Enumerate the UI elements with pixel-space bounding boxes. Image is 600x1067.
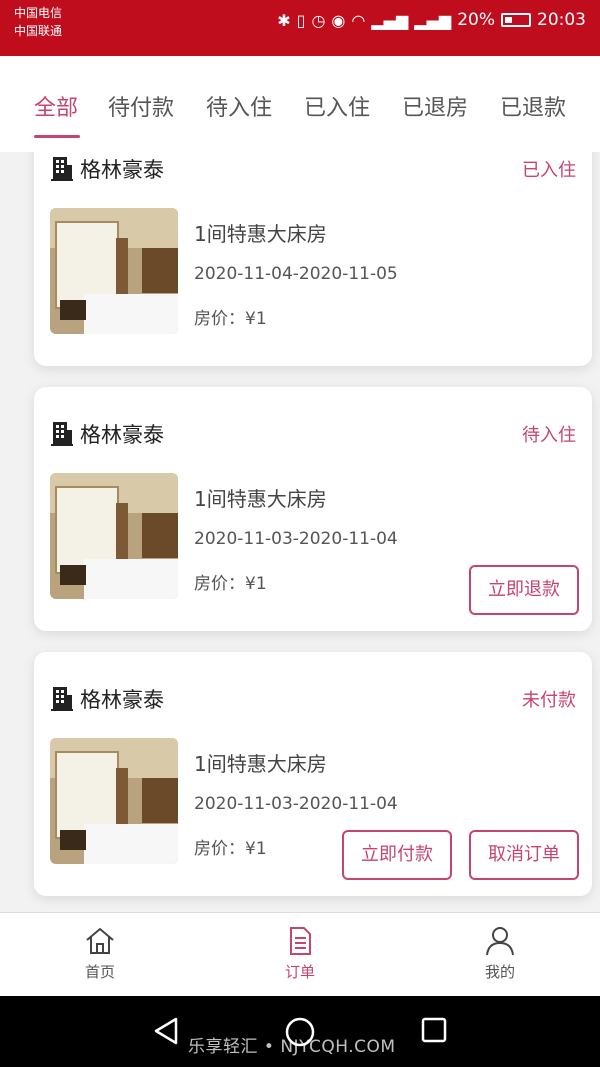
tab-pending-checkin[interactable]: 待入住 xyxy=(206,90,272,122)
battery-icon xyxy=(501,13,531,27)
bluetooth-icon: ✱ xyxy=(277,10,291,30)
order-list: 格林豪泰 已入住 1间特惠大床房 2020-11-04-2020-11-05 房… xyxy=(0,152,600,912)
building-icon xyxy=(51,157,73,181)
hotel-name: 格林豪泰 xyxy=(80,688,164,712)
bottom-navigation: 首页 订单 我的 xyxy=(0,912,600,996)
nav-home-label: 首页 xyxy=(84,963,115,981)
stay-dates: 2020-11-04-2020-11-05 xyxy=(194,264,398,284)
profile-icon xyxy=(486,927,514,956)
order-status: 未付款 xyxy=(522,690,576,711)
order-card[interactable]: 格林豪泰 待入住 1间特惠大床房 2020-11-03-2020-11-04 房… xyxy=(34,387,592,631)
carrier-1: 中国电信 xyxy=(14,6,63,20)
carrier-2: 中国联通 xyxy=(14,24,63,38)
order-status-tabs: 全部 待付款 待入住 已入住 已退房 已退款 xyxy=(0,56,600,152)
signal-4g-icon: ▂▄▆ xyxy=(414,10,452,30)
room-photo xyxy=(50,473,178,599)
tab-pending-payment[interactable]: 待付款 xyxy=(108,90,174,122)
order-status: 待入住 xyxy=(522,425,576,446)
signal-2g-icon: ▂▄▆ xyxy=(371,10,409,30)
room-price: 房价：¥1 xyxy=(194,839,267,859)
alarm-icon: ◷ xyxy=(311,10,326,30)
order-card[interactable]: 格林豪泰 未付款 1间特惠大床房 2020-11-03-2020-11-04 房… xyxy=(34,652,592,896)
nav-orders-label: 订单 xyxy=(284,963,315,981)
room-name: 1间特惠大床房 xyxy=(194,752,327,776)
room-price: 房价：¥1 xyxy=(194,574,267,594)
refund-button[interactable]: 立即退款 xyxy=(469,565,579,615)
system-navigation-bar: 乐享轻汇 • NJYCQH.COM xyxy=(0,996,600,1067)
pay-now-button[interactable]: 立即付款 xyxy=(342,830,452,880)
order-card[interactable]: 格林豪泰 已入住 1间特惠大床房 2020-11-04-2020-11-05 房… xyxy=(34,152,592,366)
tab-checked-out[interactable]: 已退房 xyxy=(402,90,468,122)
tab-all[interactable]: 全部 xyxy=(34,90,78,122)
vibrate-icon: ▯ xyxy=(296,10,306,30)
tab-refunded[interactable]: 已退款 xyxy=(500,90,566,122)
order-document-icon xyxy=(290,927,311,955)
status-icons: ✱ ▯ ◷ ◉ ◠ ▂▄▆ ▂▄▆ 20% 20:03 xyxy=(277,8,586,32)
room-name: 1间特惠大床房 xyxy=(194,222,327,246)
stay-dates: 2020-11-03-2020-11-04 xyxy=(194,529,398,549)
tab-checked-in[interactable]: 已入住 xyxy=(304,90,370,122)
wifi-icon: ◠ xyxy=(351,10,366,30)
carrier-info: 中国电信 中国联通 xyxy=(14,4,62,40)
room-name: 1间特惠大床房 xyxy=(194,487,327,511)
battery-percent: 20% xyxy=(457,10,495,30)
hotel-header: 格林豪泰 xyxy=(50,154,164,184)
building-icon xyxy=(51,422,73,446)
nav-home[interactable]: 首页 xyxy=(60,925,140,982)
building-icon xyxy=(51,687,73,711)
hotel-header: 格林豪泰 xyxy=(50,419,164,449)
room-photo xyxy=(50,208,178,334)
status-bar: 中国电信 中国联通 ✱ ▯ ◷ ◉ ◠ ▂▄▆ ▂▄▆ 20% 20:03 xyxy=(0,0,600,56)
watermark-text: 乐享轻汇 • NJYCQH.COM xyxy=(188,1037,396,1057)
hotel-name: 格林豪泰 xyxy=(80,423,164,447)
stay-dates: 2020-11-03-2020-11-04 xyxy=(194,794,398,814)
hotel-name: 格林豪泰 xyxy=(80,158,164,182)
order-status: 已入住 xyxy=(522,160,576,181)
nav-profile[interactable]: 我的 xyxy=(460,925,540,982)
active-tab-indicator xyxy=(34,135,80,138)
recent-apps-icon[interactable] xyxy=(420,1016,448,1044)
home-icon xyxy=(86,927,114,954)
cancel-order-button[interactable]: 取消订单 xyxy=(469,830,579,880)
nav-profile-label: 我的 xyxy=(484,963,515,981)
room-price: 房价：¥1 xyxy=(194,309,267,329)
room-photo xyxy=(50,738,178,864)
hotel-header: 格林豪泰 xyxy=(50,684,164,714)
eye-icon: ◉ xyxy=(331,10,346,30)
back-icon[interactable] xyxy=(152,1016,180,1046)
nav-orders[interactable]: 订单 xyxy=(260,925,340,982)
clock: 20:03 xyxy=(537,10,586,30)
